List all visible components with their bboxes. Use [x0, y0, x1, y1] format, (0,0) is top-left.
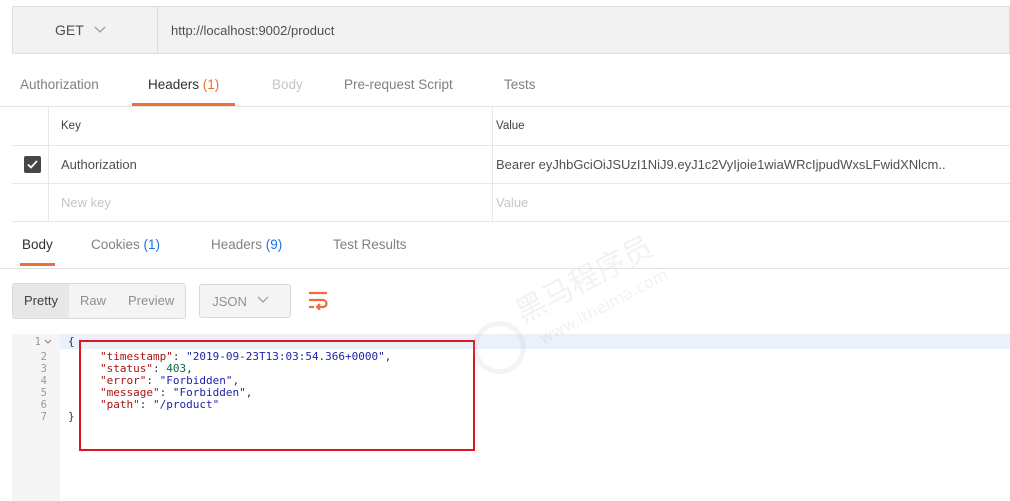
new-key-input[interactable]: New key [49, 184, 493, 221]
code-open-brace: { [68, 335, 75, 348]
response-toolbar: Pretty Raw Preview JSON [12, 283, 335, 319]
view-preview-button[interactable]: Preview [117, 284, 185, 318]
tab-response-body[interactable]: Body [20, 222, 55, 266]
new-value-input[interactable]: Value [494, 184, 1010, 221]
tab-label: Headers [211, 237, 263, 252]
tab-test-results[interactable]: Test Results [333, 222, 407, 266]
line-number: 5 [40, 387, 47, 399]
line-number: 2 [40, 351, 47, 363]
tab-label: Authorization [20, 77, 99, 92]
table-row-new: New key Value [12, 184, 1010, 222]
header-key-input[interactable]: Authorization [49, 146, 493, 183]
tab-label: Pre-request Script [344, 77, 453, 92]
header-check-cell [12, 107, 49, 145]
tab-tests[interactable]: Tests [504, 62, 536, 106]
tab-label: Cookies [91, 237, 140, 252]
tab-label: Body [272, 77, 303, 92]
column-header-key: Key [49, 107, 493, 145]
line-number: 3 [40, 363, 47, 375]
highlight-annotation-box [79, 340, 475, 451]
column-header-value: Value [496, 120, 525, 132]
view-pretty-button[interactable]: Pretty [13, 284, 69, 318]
tab-body[interactable]: Body [272, 62, 303, 106]
response-tabs: Body Cookies (1) Headers (9) Test Result… [0, 222, 1010, 269]
tab-headers[interactable]: Headers (1) [132, 62, 236, 106]
tab-response-headers[interactable]: Headers (9) [211, 222, 282, 266]
line-number: 7 [40, 411, 47, 423]
tab-label: Headers [148, 77, 200, 92]
format-select-value: JSON [212, 293, 247, 309]
header-value-input[interactable]: Bearer eyJhbGciOiJSUzI1NiJ9.eyJ1c2VyIjoi… [494, 146, 1010, 183]
view-mode-group: Pretty Raw Preview [12, 283, 187, 319]
row-check-cell [12, 184, 49, 221]
method-select[interactable]: GET [13, 7, 158, 53]
request-tabs: Authorization Headers (1) Body Pre-reque… [0, 62, 1010, 107]
headers-table: Key Value Authorization Bearer eyJhbGciO… [12, 107, 1010, 222]
view-raw-button[interactable]: Raw [69, 284, 117, 318]
fold-arrow-icon[interactable] [41, 336, 52, 348]
tab-pre-request-script[interactable]: Pre-request Script [344, 62, 453, 106]
wrap-lines-button[interactable] [301, 284, 335, 318]
table-row: Authorization Bearer eyJhbGciOiJSUzI1NiJ… [12, 146, 1010, 184]
check-icon [27, 157, 38, 172]
request-bar: GET http://localhost:9002/product [12, 6, 1010, 54]
format-select[interactable]: JSON [199, 284, 292, 318]
code-close-brace: } [68, 410, 75, 423]
table-header-row: Key Value [12, 107, 1010, 146]
line-number: 4 [40, 375, 47, 387]
tab-authorization[interactable]: Authorization [20, 62, 99, 106]
row-check-cell [12, 146, 49, 183]
chevron-down-icon [257, 295, 269, 307]
header-enabled-checkbox[interactable] [24, 156, 41, 173]
method-label: GET [55, 22, 84, 38]
url-input[interactable]: http://localhost:9002/product [171, 7, 334, 53]
tab-cookies[interactable]: Cookies (1) [91, 222, 160, 266]
chevron-down-icon [94, 23, 106, 37]
line-number: 6 [40, 399, 47, 411]
tab-count: (1) [202, 77, 220, 92]
line-number: 1 [12, 336, 52, 348]
tab-count: (1) [143, 237, 161, 252]
tab-label: Test Results [333, 237, 407, 252]
wrap-lines-icon [307, 290, 329, 313]
tab-label: Tests [504, 77, 536, 92]
tab-label: Body [22, 237, 53, 252]
tab-count: (9) [265, 237, 283, 252]
